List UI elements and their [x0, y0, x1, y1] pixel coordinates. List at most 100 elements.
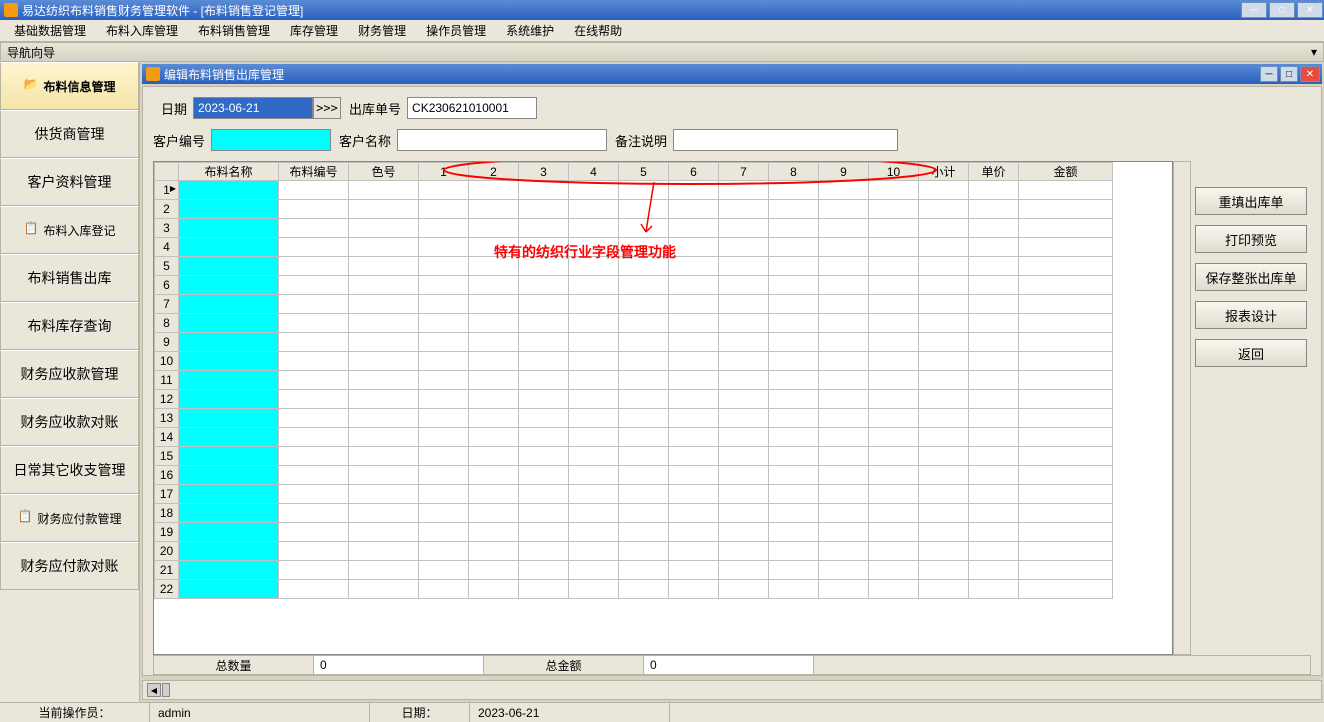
grid-cell[interactable]	[1019, 523, 1113, 542]
grid-cell[interactable]	[279, 314, 349, 333]
grid-cell[interactable]	[769, 371, 819, 390]
grid-cell[interactable]	[719, 352, 769, 371]
grid-cell[interactable]	[869, 580, 919, 599]
table-row[interactable]: 20	[155, 542, 1113, 561]
menu-help[interactable]: 在线帮助	[564, 19, 632, 42]
grid-cell[interactable]	[919, 238, 969, 257]
grid-cell[interactable]	[279, 542, 349, 561]
grid-cell[interactable]	[969, 466, 1019, 485]
grid-cell[interactable]	[279, 580, 349, 599]
grid-cell[interactable]	[469, 447, 519, 466]
grid-cell[interactable]	[819, 580, 869, 599]
grid-cell[interactable]	[1019, 219, 1113, 238]
grid-cell[interactable]	[619, 409, 669, 428]
grid-cell[interactable]	[519, 504, 569, 523]
grid-cell[interactable]	[669, 219, 719, 238]
grid-cell[interactable]	[719, 390, 769, 409]
grid-cell[interactable]	[1019, 352, 1113, 371]
grid-cell[interactable]	[969, 352, 1019, 371]
grid-cell[interactable]	[469, 542, 519, 561]
grid-cell[interactable]	[869, 523, 919, 542]
bottom-scrollbar[interactable]: ◀	[142, 680, 1322, 700]
grid-cell[interactable]	[279, 181, 349, 200]
grid-cell[interactable]	[469, 295, 519, 314]
grid-cell[interactable]	[349, 257, 419, 276]
grid-cell[interactable]	[349, 238, 419, 257]
grid-cell[interactable]	[349, 466, 419, 485]
grid-cell[interactable]	[569, 428, 619, 447]
table-row[interactable]: 1	[155, 181, 1113, 200]
grid-cell[interactable]	[419, 542, 469, 561]
grid-cell[interactable]	[519, 447, 569, 466]
row-number[interactable]: 14	[155, 428, 179, 447]
grid-cell[interactable]	[869, 333, 919, 352]
col-header[interactable]: 4	[569, 163, 619, 181]
row-number[interactable]: 21	[155, 561, 179, 580]
grid-cell[interactable]	[669, 333, 719, 352]
dialog-close-button[interactable]: ✕	[1300, 66, 1320, 82]
table-row[interactable]: 6	[155, 276, 1113, 295]
grid-cell[interactable]	[969, 295, 1019, 314]
scroll-thumb[interactable]	[162, 683, 170, 697]
return-button[interactable]: 返回	[1195, 339, 1307, 367]
sidebar-item-receivable[interactable]: 财务应收款管理	[0, 350, 139, 398]
grid-cell[interactable]	[569, 352, 619, 371]
grid-cell[interactable]	[349, 542, 419, 561]
row-number[interactable]: 19	[155, 523, 179, 542]
grid-cell[interactable]	[469, 352, 519, 371]
grid-cell[interactable]	[519, 485, 569, 504]
row-number[interactable]: 18	[155, 504, 179, 523]
grid-cell[interactable]	[179, 390, 279, 409]
grid-cell[interactable]	[669, 580, 719, 599]
grid-cell[interactable]	[419, 466, 469, 485]
grid-cell[interactable]	[569, 295, 619, 314]
grid-cell[interactable]	[569, 333, 619, 352]
grid-cell[interactable]	[719, 466, 769, 485]
grid-cell[interactable]	[569, 181, 619, 200]
grid-cell[interactable]	[469, 181, 519, 200]
grid-cell[interactable]	[669, 181, 719, 200]
grid-cell[interactable]	[279, 428, 349, 447]
grid-cell[interactable]	[619, 447, 669, 466]
table-row[interactable]: 3	[155, 219, 1113, 238]
grid-cell[interactable]	[469, 409, 519, 428]
grid-cell[interactable]	[519, 295, 569, 314]
grid-cell[interactable]	[869, 352, 919, 371]
grid-cell[interactable]	[279, 371, 349, 390]
grid-cell[interactable]	[769, 238, 819, 257]
grid-cell[interactable]	[569, 390, 619, 409]
grid-cell[interactable]	[279, 257, 349, 276]
grid-cell[interactable]	[919, 295, 969, 314]
grid-cell[interactable]	[469, 428, 519, 447]
grid-cell[interactable]	[619, 561, 669, 580]
table-row[interactable]: 2	[155, 200, 1113, 219]
grid-cell[interactable]	[349, 580, 419, 599]
col-header[interactable]: 金额	[1019, 163, 1113, 181]
grid-cell[interactable]	[419, 352, 469, 371]
grid-cell[interactable]	[769, 447, 819, 466]
grid-cell[interactable]	[179, 504, 279, 523]
grid-cell[interactable]	[969, 485, 1019, 504]
table-row[interactable]: 13	[155, 409, 1113, 428]
table-row[interactable]: 12	[155, 390, 1113, 409]
grid-cell[interactable]	[969, 314, 1019, 333]
row-number[interactable]: 16	[155, 466, 179, 485]
table-row[interactable]: 15	[155, 447, 1113, 466]
grid-cell[interactable]	[469, 200, 519, 219]
grid-cell[interactable]	[769, 542, 819, 561]
grid-cell[interactable]	[869, 181, 919, 200]
grid-cell[interactable]	[769, 333, 819, 352]
dialog-maximize-button[interactable]: □	[1280, 66, 1298, 82]
grid-cell[interactable]	[669, 485, 719, 504]
grid-cell[interactable]	[919, 200, 969, 219]
grid-cell[interactable]	[619, 257, 669, 276]
grid-cell[interactable]	[469, 561, 519, 580]
grid-cell[interactable]	[669, 200, 719, 219]
grid-cell[interactable]	[279, 276, 349, 295]
grid-cell[interactable]	[179, 257, 279, 276]
col-header[interactable]: 色号	[349, 163, 419, 181]
grid-cell[interactable]	[919, 466, 969, 485]
grid-cell[interactable]	[469, 276, 519, 295]
grid-cell[interactable]	[669, 352, 719, 371]
row-number[interactable]: 7	[155, 295, 179, 314]
